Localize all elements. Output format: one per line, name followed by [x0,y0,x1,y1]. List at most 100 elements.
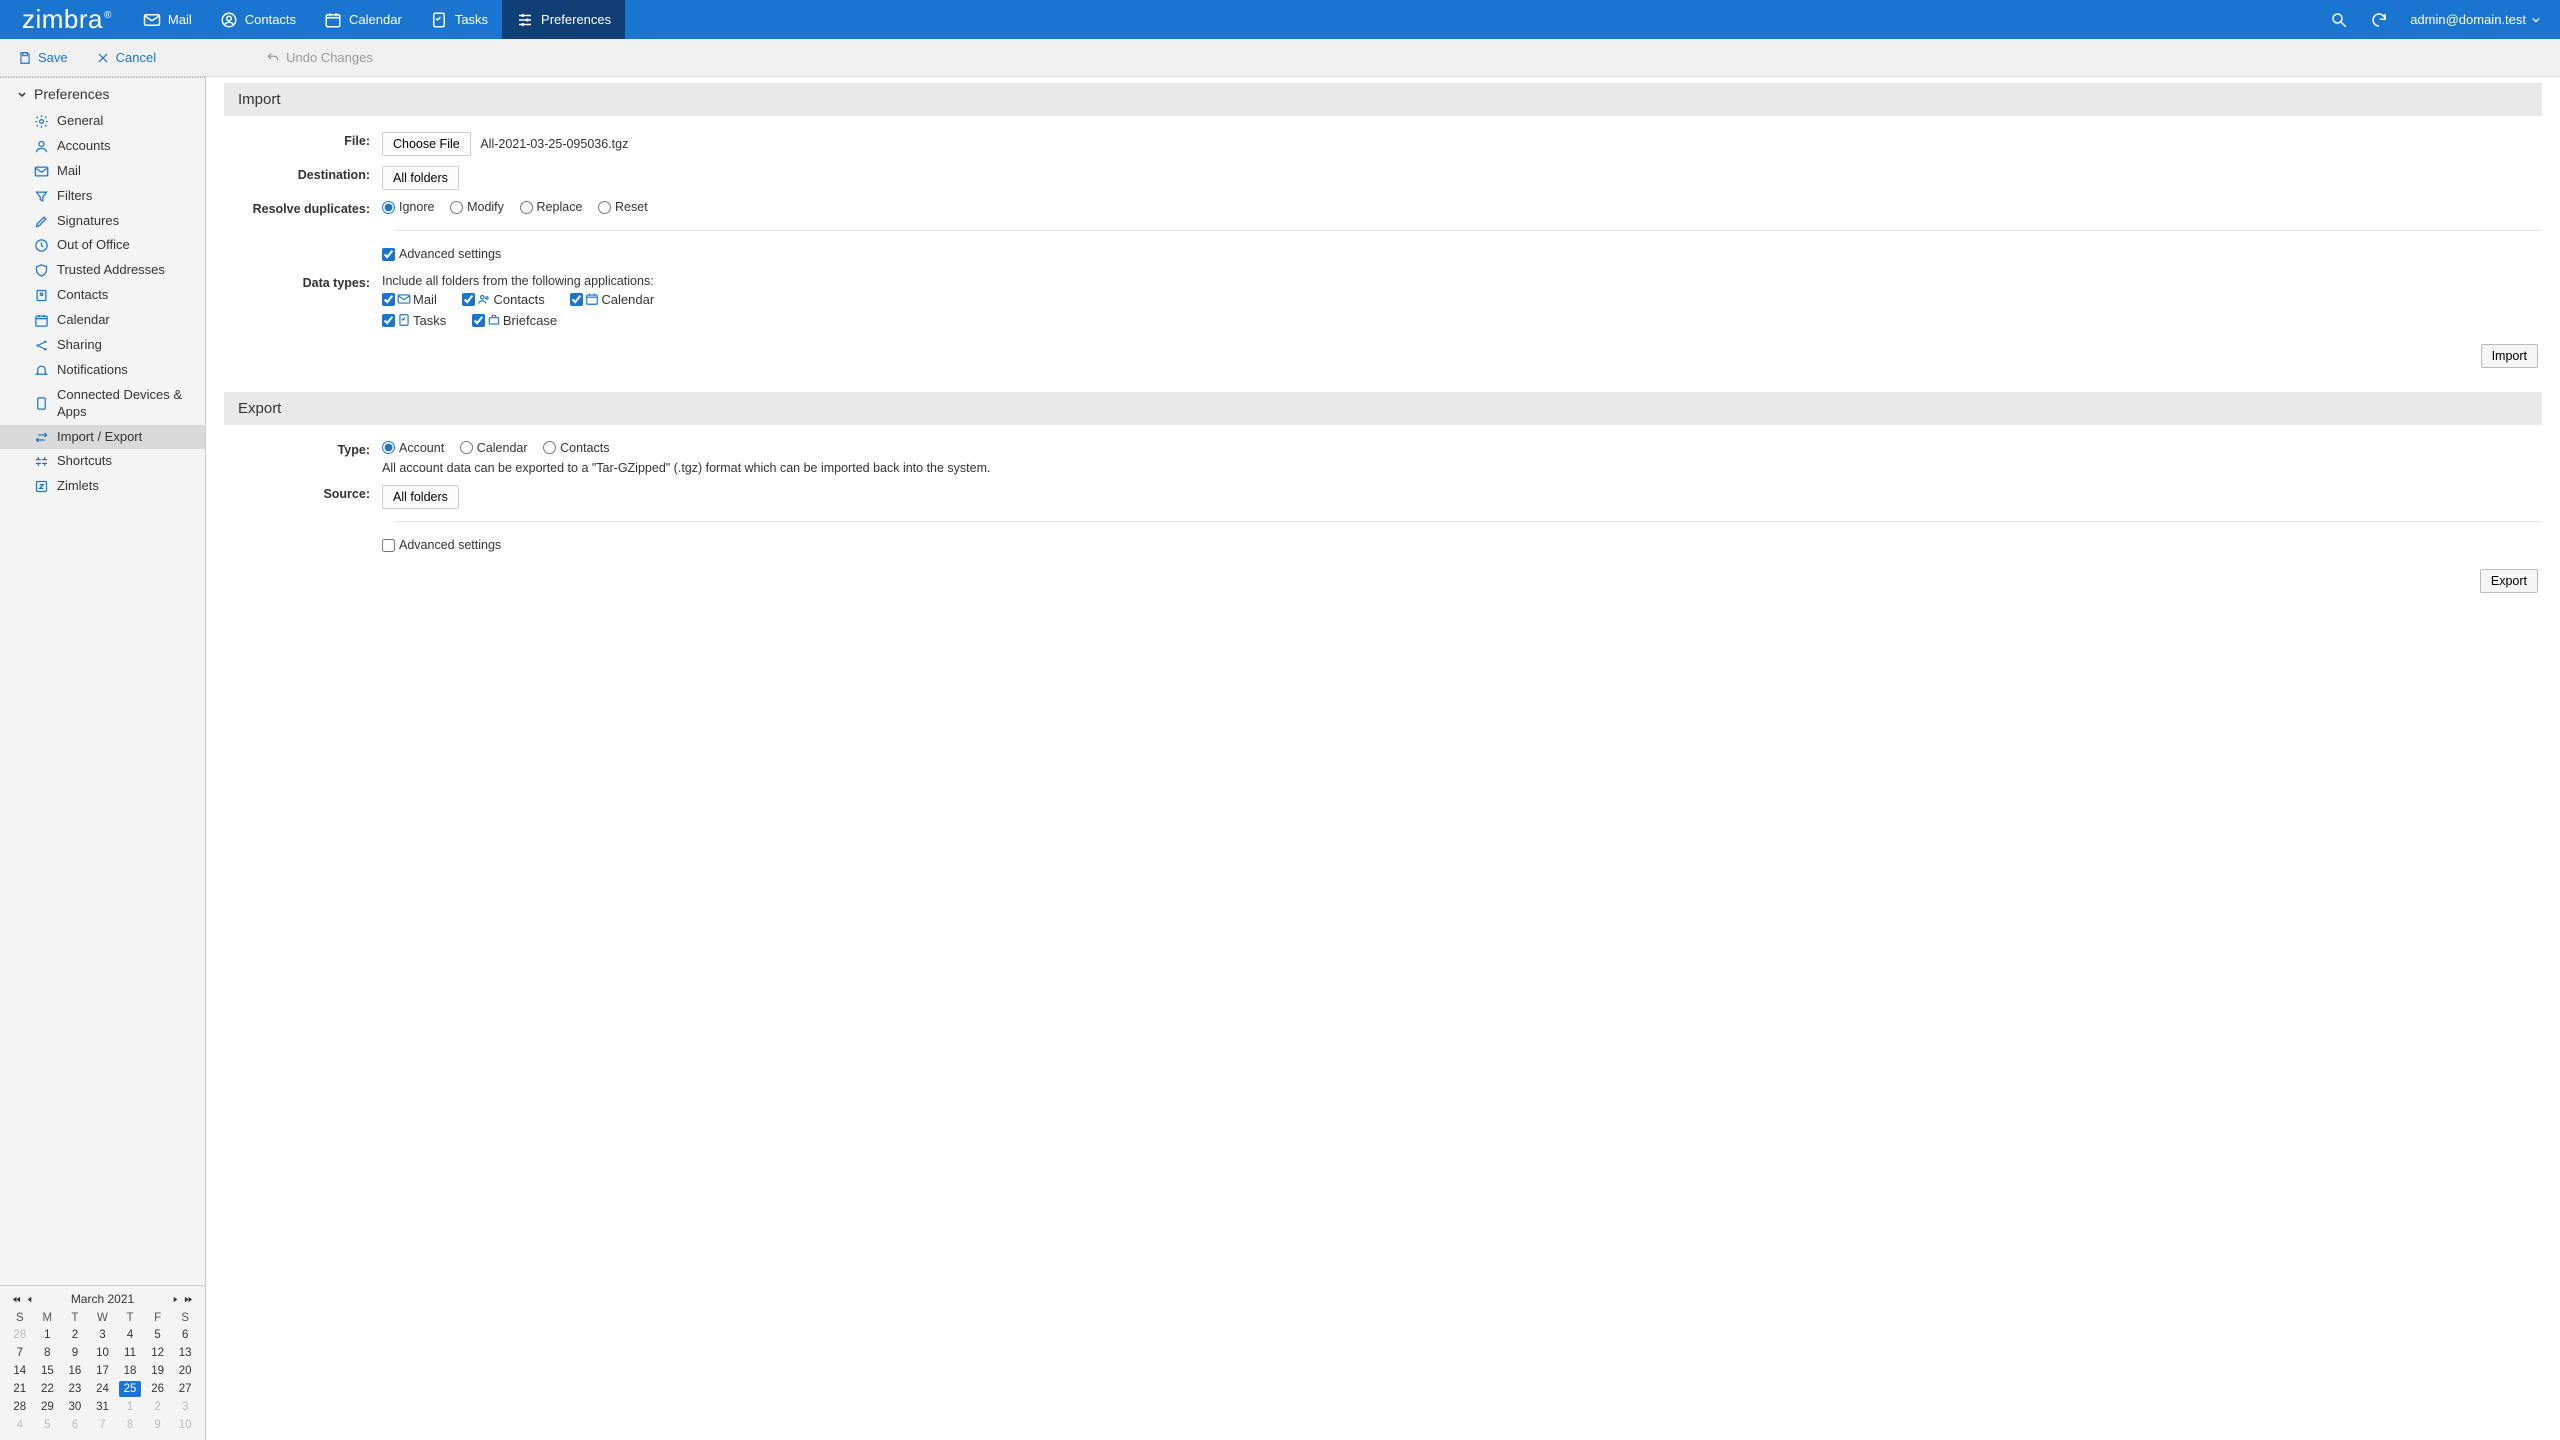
sidebar-item-zimlets[interactable]: Zimlets [0,474,205,499]
sidebar-item-trusted[interactable]: Trusted Addresses [0,258,205,283]
cancel-button[interactable]: Cancel [86,50,166,65]
bell-icon [34,363,49,378]
export-advanced-checkbox[interactable]: Advanced settings [382,538,501,552]
export-type-calendar-radio[interactable]: Calendar [460,441,528,455]
save-button[interactable]: Save [8,50,78,65]
mini-cal-day[interactable]: 18 [116,1362,144,1380]
import-app-contacts-checkbox[interactable] [462,293,475,306]
choose-file-button[interactable]: Choose File [382,132,471,156]
search-icon[interactable] [2330,11,2348,29]
import-advanced-checkbox[interactable]: Advanced settings [382,247,501,261]
export-type-account-radio[interactable]: Account [382,441,444,455]
sidebar-item-out-of-office[interactable]: Out of Office [0,233,205,258]
sidebar-item-accounts[interactable]: Accounts [0,134,205,159]
mini-cal-day[interactable]: 21 [6,1380,34,1398]
mini-cal-day[interactable]: 22 [34,1380,62,1398]
sidebar-item-signatures[interactable]: Signatures [0,209,205,234]
mail-icon [143,11,161,29]
mini-cal-day[interactable]: 6 [61,1416,89,1434]
mini-cal-day[interactable]: 3 [171,1398,199,1416]
mini-cal-day[interactable]: 28 [6,1326,34,1344]
brand-logo[interactable]: zimbra® [22,4,111,35]
cal-next-year-icon[interactable] [184,1295,193,1304]
mini-cal-day[interactable]: 29 [34,1398,62,1416]
export-button[interactable]: Export [2480,569,2538,593]
mini-cal-day[interactable]: 14 [6,1362,34,1380]
tab-calendar[interactable]: Calendar [310,0,416,39]
mini-cal-day[interactable]: 23 [61,1380,89,1398]
caret-down-icon [2532,16,2540,24]
mini-cal-day[interactable]: 16 [61,1362,89,1380]
dup-ignore-radio[interactable]: Ignore [382,200,434,214]
sidebar-item-sharing[interactable]: Sharing [0,333,205,358]
mini-cal-day[interactable]: 4 [6,1416,34,1434]
mini-cal-day[interactable]: 2 [61,1326,89,1344]
share-icon [34,338,49,353]
mini-cal-day[interactable]: 15 [34,1362,62,1380]
mini-cal-day[interactable]: 13 [171,1344,199,1362]
mini-cal-day[interactable]: 1 [34,1326,62,1344]
mini-cal-day[interactable]: 10 [89,1344,117,1362]
mini-cal-day[interactable]: 10 [171,1416,199,1434]
import-app-tasks-checkbox[interactable] [382,314,395,327]
mini-cal-day[interactable]: 6 [171,1326,199,1344]
sidebar-item-calendar[interactable]: Calendar [0,308,205,333]
pen-icon [34,214,49,229]
mini-cal-day[interactable]: 9 [144,1416,172,1434]
import-section-header: Import [224,83,2542,116]
mini-cal-day[interactable]: 5 [34,1416,62,1434]
mini-cal-day[interactable]: 2 [144,1398,172,1416]
mini-cal-day[interactable]: 17 [89,1362,117,1380]
refresh-icon[interactable] [2370,11,2388,29]
tab-contacts[interactable]: Contacts [206,0,310,39]
mini-cal-day[interactable]: 26 [144,1380,172,1398]
import-app-calendar-checkbox[interactable] [570,293,583,306]
import-app-briefcase-checkbox[interactable] [472,314,485,327]
mini-cal-day[interactable]: 1 [116,1398,144,1416]
mini-cal-day[interactable]: 25 [116,1380,144,1398]
import-destination-button[interactable]: All folders [382,166,459,190]
import-button[interactable]: Import [2481,344,2538,368]
mini-cal-day[interactable]: 8 [116,1416,144,1434]
mini-cal-day[interactable]: 19 [144,1362,172,1380]
mini-cal-day[interactable]: 7 [6,1344,34,1362]
account-menu[interactable]: admin@domain.test [2410,12,2540,27]
tab-preferences[interactable]: Preferences [502,0,625,39]
mini-cal-day[interactable]: 27 [171,1380,199,1398]
dup-replace-radio[interactable]: Replace [520,200,583,214]
mini-cal-day[interactable]: 31 [89,1398,117,1416]
undo-button[interactable]: Undo Changes [256,50,383,65]
tab-tasks[interactable]: Tasks [416,0,502,39]
export-type-contacts-radio[interactable]: Contacts [543,441,609,455]
mini-cal-day[interactable]: 28 [6,1398,34,1416]
sidebar-item-mail[interactable]: Mail [0,159,205,184]
sidebar-tree-header[interactable]: Preferences [0,79,205,109]
mini-cal-day[interactable]: 3 [89,1326,117,1344]
sidebar-item-devices[interactable]: Connected Devices & Apps [0,383,205,425]
mini-cal-day[interactable]: 7 [89,1416,117,1434]
mini-cal-day[interactable]: 11 [116,1344,144,1362]
mini-cal-day[interactable]: 12 [144,1344,172,1362]
mini-cal-day[interactable]: 24 [89,1380,117,1398]
cal-prev-month-icon[interactable] [25,1295,34,1304]
sidebar-item-notifications[interactable]: Notifications [0,358,205,383]
tab-mail[interactable]: Mail [129,0,206,39]
sidebar-item-general[interactable]: General [0,109,205,134]
sidebar-item-import-export[interactable]: Import / Export [0,425,205,450]
mini-cal-day[interactable]: 5 [144,1326,172,1344]
dup-modify-radio[interactable]: Modify [450,200,504,214]
cal-prev-year-icon[interactable] [12,1295,21,1304]
sidebar-item-shortcuts[interactable]: Shortcuts [0,449,205,474]
sidebar-item-contacts[interactable]: Contacts [0,283,205,308]
cal-next-month-icon[interactable] [171,1295,180,1304]
sidebar-item-filters[interactable]: Filters [0,184,205,209]
mini-cal-day[interactable]: 9 [61,1344,89,1362]
mini-cal-day[interactable]: 8 [34,1344,62,1362]
mini-cal-day[interactable]: 4 [116,1326,144,1344]
mini-cal-day[interactable]: 20 [171,1362,199,1380]
import-app-mail-checkbox[interactable] [382,293,395,306]
mini-cal-day[interactable]: 30 [61,1398,89,1416]
dup-reset-radio[interactable]: Reset [598,200,648,214]
export-source-button[interactable]: All folders [382,485,459,509]
mini-cal-title[interactable]: March 2021 [71,1292,134,1306]
